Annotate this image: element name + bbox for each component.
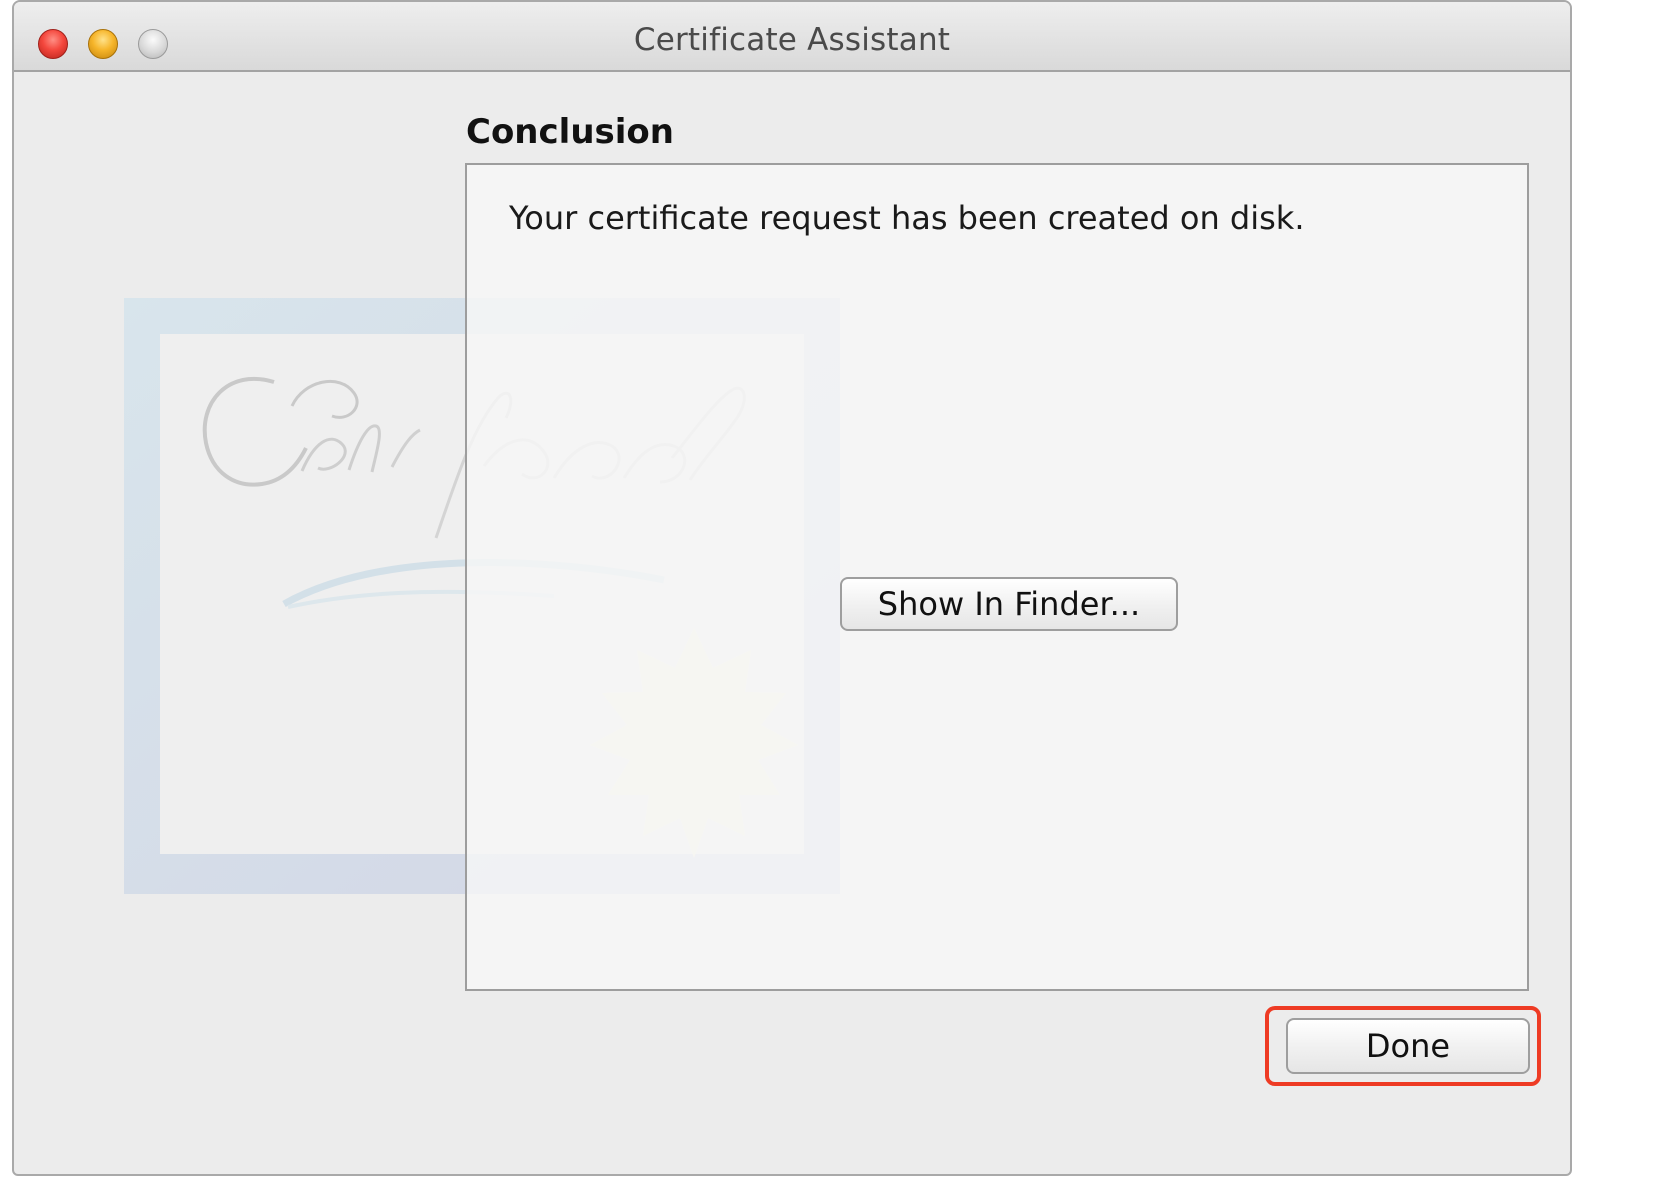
window-title: Certificate Assistant: [633, 22, 951, 58]
certificate-request-message: Your certificate request has been create…: [509, 199, 1305, 237]
done-button[interactable]: Done: [1286, 1018, 1530, 1074]
conclusion-panel: Your certificate request has been create…: [465, 163, 1529, 991]
section-title: Conclusion: [466, 112, 674, 152]
show-in-finder-button[interactable]: Show In Finder...: [840, 577, 1178, 631]
certificate-assistant-window: Certificate Assistant Conclusion Your ce…: [12, 0, 1572, 1176]
title-bar[interactable]: Certificate Assistant: [14, 2, 1570, 72]
